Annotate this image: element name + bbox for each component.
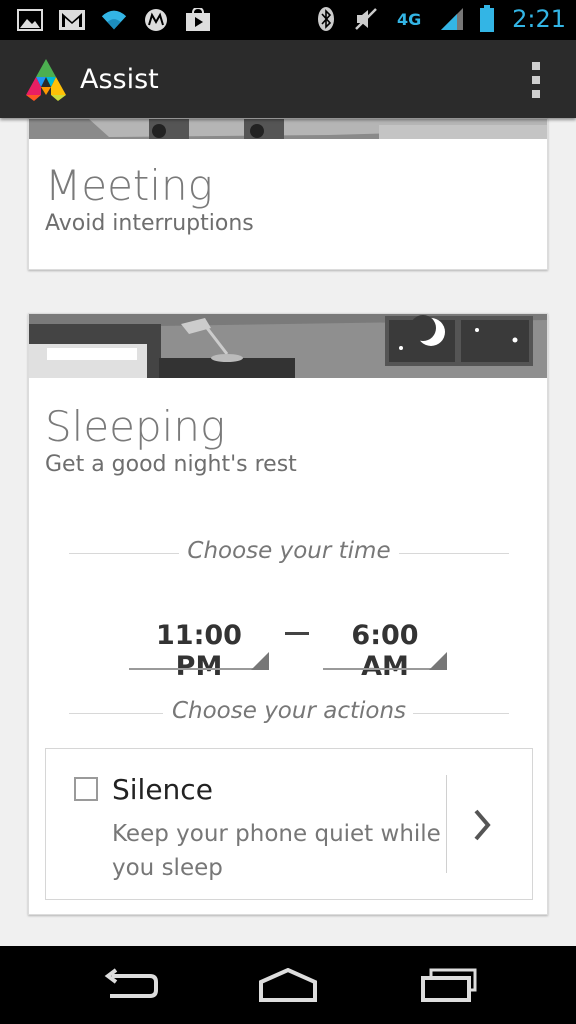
time-range-dash	[285, 632, 309, 635]
assist-logo-icon[interactable]	[22, 57, 70, 101]
bluetooth-icon	[312, 5, 340, 33]
status-time: 2:21	[512, 5, 566, 33]
start-time-value: 11:00 PM	[156, 620, 242, 682]
overflow-menu-icon[interactable]	[530, 62, 542, 98]
silence-title: Silence	[112, 773, 213, 806]
silence-checkbox[interactable]	[74, 777, 98, 801]
end-time-picker[interactable]: 6:00 AM	[323, 614, 447, 682]
chevron-right-icon[interactable]	[470, 805, 494, 845]
dropdown-corner-icon	[251, 652, 269, 670]
meeting-title: Meeting	[45, 161, 213, 210]
dropdown-corner-icon	[429, 652, 447, 670]
end-time-value: 6:00 AM	[351, 620, 419, 682]
motorola-icon	[142, 6, 170, 34]
4g-icon: 4G	[396, 9, 422, 29]
meeting-subtitle: Avoid interruptions	[45, 211, 254, 236]
back-icon[interactable]	[94, 964, 164, 1006]
sleeping-illustration	[29, 314, 547, 378]
signal-icon	[438, 5, 466, 33]
recent-apps-icon[interactable]	[414, 964, 484, 1006]
sleeping-title: Sleeping	[45, 402, 226, 451]
choose-actions-divider: Choose your actions	[69, 698, 509, 728]
navigation-bar	[0, 946, 576, 1024]
vibrate-icon	[352, 5, 380, 33]
home-icon[interactable]	[253, 964, 323, 1006]
action-separator	[446, 775, 447, 873]
silence-description: Keep your phone quiet while you sleep	[112, 821, 441, 881]
sleeping-subtitle: Get a good night's rest	[45, 452, 297, 477]
app-title: Assist	[80, 63, 159, 95]
status-bar: 4G 2:21	[0, 0, 576, 40]
meeting-illustration	[29, 119, 547, 139]
gmail-icon	[58, 6, 86, 34]
choose-time-divider: Choose your time	[69, 538, 509, 568]
meeting-card[interactable]: Meeting Avoid interruptions	[28, 118, 548, 270]
start-time-picker[interactable]: 11:00 PM	[129, 614, 269, 682]
wifi-icon	[100, 6, 128, 34]
action-bar: Assist	[0, 40, 576, 118]
play-store-icon	[184, 6, 212, 34]
choose-time-label: Choose your time	[187, 538, 391, 564]
choose-actions-label: Choose your actions	[171, 698, 407, 724]
battery-icon	[478, 5, 496, 33]
sleeping-card[interactable]: Sleeping Get a good night's rest Choose …	[28, 313, 548, 915]
silence-action-item[interactable]: Silence Keep your phone quiet while you …	[45, 748, 533, 900]
gallery-icon	[16, 6, 44, 34]
